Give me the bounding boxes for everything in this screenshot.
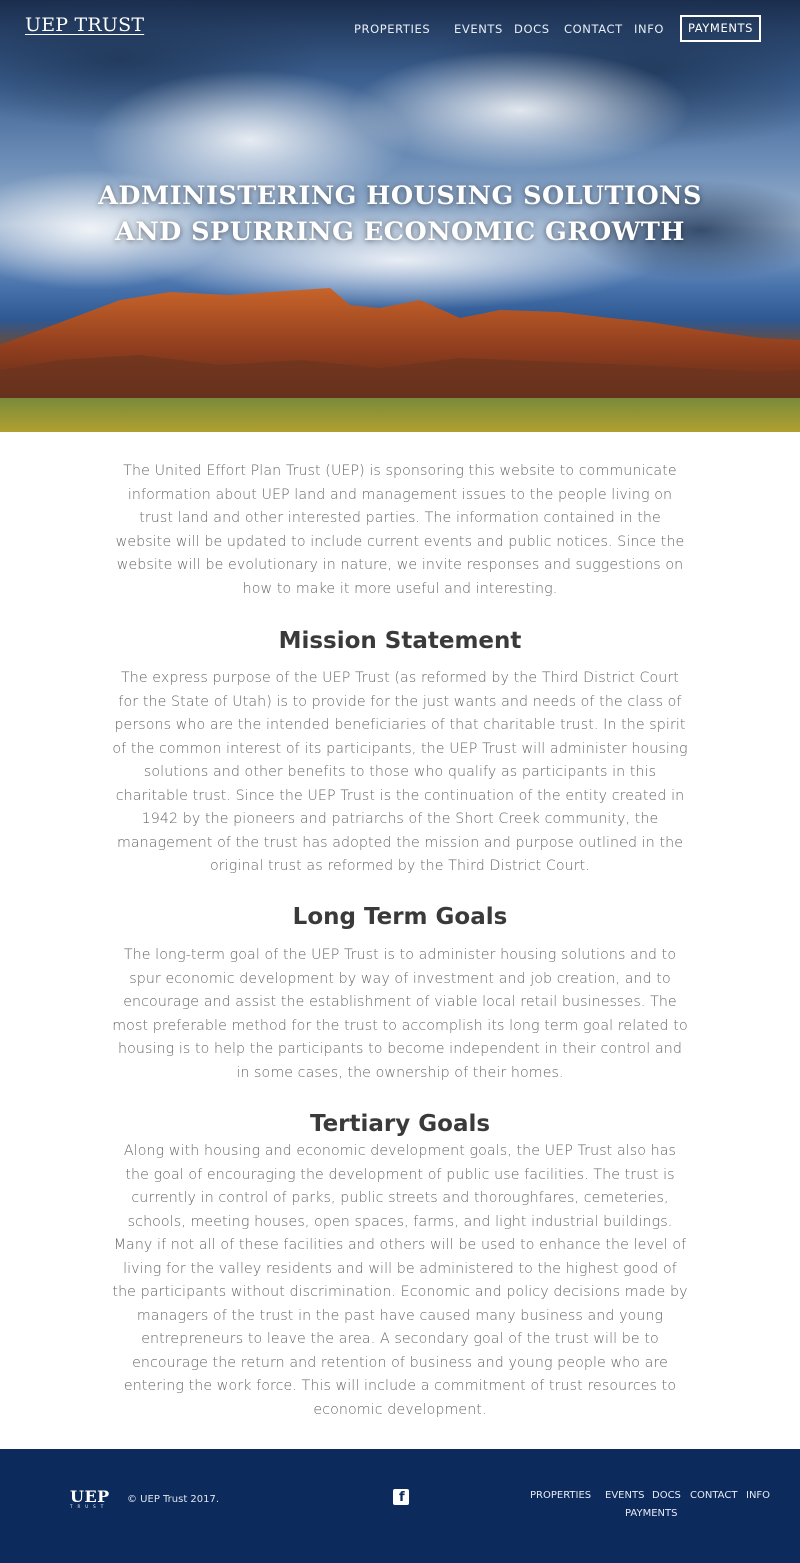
nav-properties[interactable]: PROPERTIES xyxy=(354,22,430,36)
site-footer: UEP TRUST © UEP Trust 2017. f PROPERTIES… xyxy=(0,1449,800,1563)
hero-title-line-2: AND SPURRING ECONOMIC GROWTH xyxy=(115,217,685,247)
tertiary-goals-paragraph: Along with housing and economic developm… xyxy=(112,1143,688,1418)
long-term-goals-heading: Long Term Goals xyxy=(292,904,508,930)
footer-nav-events[interactable]: EVENTS xyxy=(605,1490,644,1501)
footer-nav-contact[interactable]: CONTACT xyxy=(690,1490,737,1501)
tertiary-goals-heading: Tertiary Goals xyxy=(309,1111,491,1137)
copyright: © UEP Trust 2017. xyxy=(127,1494,220,1505)
hero-title: ADMINISTERING HOUSING SOLUTIONS AND SPUR… xyxy=(0,178,800,250)
nav-docs[interactable]: DOCS xyxy=(514,22,550,36)
hero-banner: UEP TRUST PROPERTIES EVENTS DOCS CONTACT… xyxy=(0,0,800,432)
mission-heading: Mission Statement xyxy=(278,628,522,654)
facebook-icon[interactable]: f xyxy=(393,1489,409,1505)
footer-nav-payments[interactable]: PAYMENTS xyxy=(625,1508,677,1519)
footer-nav-docs[interactable]: DOCS xyxy=(652,1490,681,1501)
intro-paragraph: The United Effort Plan Trust (UEP) is sp… xyxy=(115,463,685,597)
footer-logo-subtext: TRUST xyxy=(70,1504,109,1509)
long-term-goals-paragraph: The long-term goal of the UEP Trust is t… xyxy=(112,947,688,1081)
nav-contact[interactable]: CONTACT xyxy=(564,22,623,36)
nav-info[interactable]: INFO xyxy=(634,22,664,36)
mission-paragraph: The express purpose of the UEP Trust (as… xyxy=(112,670,688,874)
main-nav: PROPERTIES EVENTS DOCS CONTACT INFO PAYM… xyxy=(0,15,800,42)
nav-events[interactable]: EVENTS xyxy=(454,22,503,36)
hero-title-line-1: ADMINISTERING HOUSING SOLUTIONS xyxy=(98,181,702,211)
payments-button[interactable]: PAYMENTS xyxy=(680,15,761,42)
footer-nav-properties[interactable]: PROPERTIES xyxy=(530,1490,591,1501)
footer-logo[interactable]: UEP TRUST xyxy=(70,1487,112,1509)
footer-nav-info[interactable]: INFO xyxy=(746,1490,770,1501)
